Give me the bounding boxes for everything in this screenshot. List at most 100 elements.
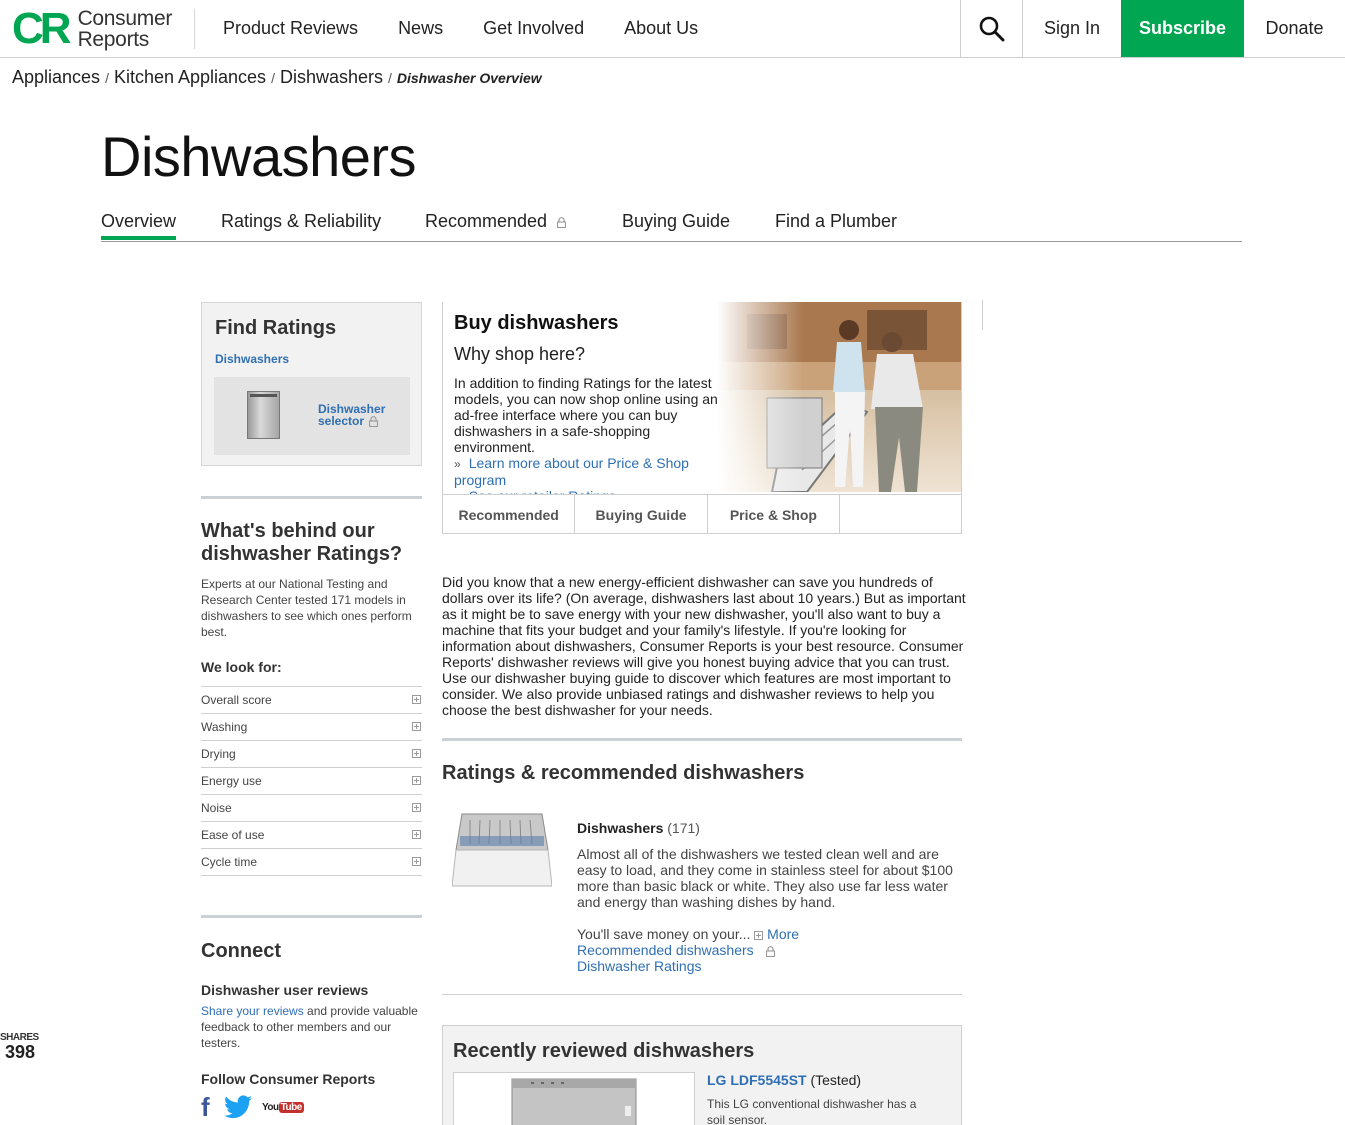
recent-product-link[interactable]: LG LDF5545ST xyxy=(707,1072,807,1088)
logo-line-1: Consumer xyxy=(77,7,173,30)
criteria-energy-use[interactable]: Energy use xyxy=(201,768,422,795)
section-divider xyxy=(442,738,962,741)
search-icon xyxy=(979,16,1004,41)
buy-description: In addition to finding Ratings for the l… xyxy=(454,375,718,455)
section-divider xyxy=(442,994,962,995)
nav-news[interactable]: News xyxy=(378,18,463,39)
page-title: Dishwashers xyxy=(101,125,417,188)
tab-overview[interactable]: Overview xyxy=(101,211,177,240)
search-button[interactable] xyxy=(960,0,1022,57)
intro-paragraph: Did you know that a new energy-efficient… xyxy=(442,574,966,718)
product-links: Recommended dishwashers Dishwasher Ratin… xyxy=(577,942,775,974)
more-link[interactable]: More xyxy=(767,926,799,942)
read-more-row: You'll save money on your... More xyxy=(577,926,799,942)
top-navigation-bar: CR Consumer Reports Product Reviews News… xyxy=(0,0,1345,58)
price-shop-program-link[interactable]: Learn more about our Price & Shop progra… xyxy=(454,455,689,488)
expand-icon[interactable] xyxy=(754,931,764,940)
social-links: f You Tube xyxy=(201,1094,304,1120)
product-description: Almost all of the dishwashers we tested … xyxy=(577,846,953,910)
lg-dishwasher-image xyxy=(511,1078,637,1125)
criteria-label: Drying xyxy=(201,747,236,761)
shopping-couple-image xyxy=(717,302,961,492)
expand-icon[interactable] xyxy=(412,722,421,731)
expand-icon[interactable] xyxy=(412,749,421,758)
criteria-label: Energy use xyxy=(201,774,262,788)
ratings-methodology-title: What's behind our dishwasher Ratings? xyxy=(201,520,403,565)
breadcrumb-dishwashers[interactable]: Dishwashers xyxy=(280,67,383,88)
breadcrumb-current: Dishwasher Overview xyxy=(396,70,542,86)
criteria-noise[interactable]: Noise xyxy=(201,795,422,822)
dishwashers-ratings-link[interactable]: Dishwashers xyxy=(215,352,289,366)
user-reviews-title: Dishwasher user reviews xyxy=(201,982,369,998)
dishwasher-ratings-link[interactable]: Dishwasher Ratings xyxy=(577,958,702,974)
criteria-ease-of-use[interactable]: Ease of use xyxy=(201,822,422,849)
criteria-label: Ease of use xyxy=(201,828,265,842)
tab-recommended-label: Recommended xyxy=(425,211,548,231)
recently-reviewed-title: Recently reviewed dishwashers xyxy=(453,1040,755,1062)
recent-product-status: (Tested) xyxy=(810,1072,862,1088)
breadcrumb-appliances[interactable]: Appliances xyxy=(12,67,100,88)
subscribe-button[interactable]: Subscribe xyxy=(1121,0,1244,57)
shares-count: 398 xyxy=(5,1042,36,1062)
criteria-cycle-time[interactable]: Cycle time xyxy=(201,849,422,876)
donate-link[interactable]: Donate xyxy=(1244,0,1345,57)
youtube-icon[interactable]: You Tube xyxy=(262,1101,304,1113)
recommended-dishwashers-link[interactable]: Recommended dishwashers xyxy=(577,942,754,958)
nav-about-us[interactable]: About Us xyxy=(604,18,718,39)
subtab-buying-guide[interactable]: Buying Guide xyxy=(575,495,708,533)
product-category-title[interactable]: Dishwashers (171) xyxy=(577,820,700,836)
subtab-price-shop[interactable]: Price & Shop xyxy=(708,495,841,533)
product-name: Dishwashers xyxy=(577,820,664,836)
recent-product-image-card[interactable] xyxy=(453,1072,695,1125)
breadcrumb-kitchen-appliances[interactable]: Kitchen Appliances xyxy=(114,67,266,88)
buy-dishwashers-title: Buy dishwashers xyxy=(454,312,619,334)
subtab-empty xyxy=(840,495,961,533)
connect-title: Connect xyxy=(201,940,281,962)
youtube-tube: Tube xyxy=(278,1101,304,1113)
ratings-recommended-title: Ratings & recommended dishwashers xyxy=(442,762,805,784)
criteria-drying[interactable]: Drying xyxy=(201,741,422,768)
youtube-you: You xyxy=(262,1101,279,1113)
subtab-recommended[interactable]: Recommended xyxy=(443,495,576,533)
section-tabs: Overview Ratings & Reliability Recommend… xyxy=(101,203,1242,242)
tab-ratings-reliability[interactable]: Ratings & Reliability xyxy=(221,211,381,232)
share-counter: SHARES 398 xyxy=(0,1032,40,1061)
look-for-title: We look for: xyxy=(201,659,282,675)
expand-icon[interactable] xyxy=(412,776,421,785)
arrow-icon: » xyxy=(454,457,461,471)
logo-mark: CR xyxy=(12,4,72,53)
expand-icon[interactable] xyxy=(412,695,421,704)
find-ratings-box: Find Ratings Dishwashers Dishwasher sele… xyxy=(201,302,422,466)
dishwasher-product-image[interactable] xyxy=(452,810,552,888)
criteria-label: Noise xyxy=(201,801,232,815)
consumer-reports-logo[interactable]: CR Consumer Reports xyxy=(12,4,173,53)
expand-icon[interactable] xyxy=(412,803,421,812)
facebook-icon[interactable]: f xyxy=(201,1094,221,1120)
criteria-overall-score[interactable]: Overall score xyxy=(201,687,422,714)
criteria-washing[interactable]: Washing xyxy=(201,714,422,741)
share-reviews-link[interactable]: Share your reviews xyxy=(201,1004,304,1018)
tab-recommended[interactable]: Recommended xyxy=(425,211,567,232)
tab-find-plumber[interactable]: Find a Plumber xyxy=(775,211,897,232)
twitter-icon[interactable] xyxy=(224,1095,252,1119)
dishwasher-selector-card[interactable]: Dishwasher selector xyxy=(214,377,410,455)
product-count: (171) xyxy=(667,820,700,836)
expand-icon[interactable] xyxy=(412,857,421,866)
dishwasher-selector-link[interactable]: Dishwasher selector xyxy=(318,403,385,428)
recent-product-description: This LG conventional dishwasher has a so… xyxy=(707,1097,917,1125)
tab-buying-guide[interactable]: Buying Guide xyxy=(622,211,730,232)
main-nav: Product Reviews News Get Involved About … xyxy=(203,0,718,57)
dishwasher-icon xyxy=(247,391,280,439)
nav-divider xyxy=(194,9,195,49)
nav-product-reviews[interactable]: Product Reviews xyxy=(203,18,378,39)
criteria-label: Cycle time xyxy=(201,855,258,869)
column-divider xyxy=(982,300,983,330)
buy-dishwashers-panel: Buy dishwashers Why shop here? In additi… xyxy=(442,302,962,534)
criteria-label: Overall score xyxy=(201,693,272,707)
lock-icon xyxy=(557,216,567,228)
account-nav: Sign In Subscribe Donate xyxy=(960,0,1345,57)
sign-in-link[interactable]: Sign In xyxy=(1022,0,1121,57)
lock-icon xyxy=(369,416,379,428)
nav-get-involved[interactable]: Get Involved xyxy=(463,18,604,39)
expand-icon[interactable] xyxy=(412,830,421,839)
